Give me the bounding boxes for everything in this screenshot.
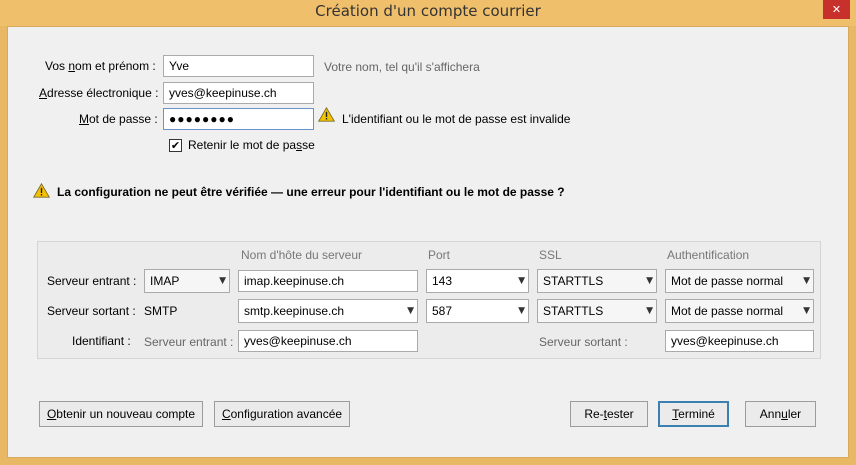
email-label: Adresse électronique : [39, 86, 159, 100]
name-label: Vos nom et prénom : [45, 59, 156, 73]
password-label: Mot de passe : [79, 112, 158, 126]
identifier-incoming-label: Serveur entrant : [144, 335, 234, 349]
outgoing-ssl-value: STARTTLS [543, 304, 604, 318]
chevron-down-icon: ▼ [803, 276, 810, 286]
server-settings-panel: Nom d'hôte du serveur Port SSL Authentif… [37, 241, 821, 359]
warning-icon [318, 107, 335, 122]
outgoing-protocol: SMTP [144, 304, 178, 318]
config-warning-message: La configuration ne peut être vérifiée —… [57, 185, 565, 199]
done-button[interactable]: Terminé [658, 401, 729, 427]
column-header-hostname: Nom d'hôte du serveur [241, 248, 363, 262]
chevron-down-icon: ▼ [803, 306, 810, 316]
incoming-protocol-select[interactable]: IMAP ▼ [144, 269, 230, 293]
chevron-down-icon: ▼ [219, 276, 226, 286]
outgoing-port-select[interactable]: 587 ▼ [426, 299, 529, 323]
column-header-auth: Authentification [667, 248, 750, 262]
warning-icon [33, 183, 50, 198]
incoming-auth-value: Mot de passe normal [671, 274, 784, 288]
chevron-down-icon: ▼ [646, 306, 653, 316]
dialog-body: Vos nom et prénom : Yve Votre nom, tel q… [7, 26, 849, 458]
identifier-label: Identifiant : [72, 334, 131, 348]
incoming-username-input[interactable]: yves@keepinuse.ch [238, 330, 418, 352]
get-new-account-button[interactable]: Obtenir un nouveau compte [39, 401, 203, 427]
email-input[interactable]: yves@keepinuse.ch [163, 82, 314, 104]
window-title: Création d'un compte courrier [315, 2, 541, 20]
remember-password-checkbox[interactable]: ✔ [169, 139, 182, 152]
advanced-config-button[interactable]: Configuration avancée [214, 401, 350, 427]
chevron-down-icon: ▼ [518, 306, 525, 316]
incoming-port-value: 143 [432, 274, 453, 288]
outgoing-port-value: 587 [432, 304, 453, 318]
column-header-ssl: SSL [539, 248, 562, 262]
title-bar: Création d'un compte courrier ✕ [0, 0, 856, 26]
outgoing-auth-select[interactable]: Mot de passe normal ▼ [665, 299, 814, 323]
remember-password-label: Retenir le mot de passe [188, 138, 315, 152]
name-input[interactable]: Yve [163, 55, 314, 77]
outgoing-auth-value: Mot de passe normal [671, 304, 784, 318]
outgoing-ssl-select[interactable]: STARTTLS ▼ [537, 299, 657, 323]
outgoing-username-input[interactable]: yves@keepinuse.ch [665, 330, 814, 352]
name-hint: Votre nom, tel qu'il s'affichera [324, 60, 480, 74]
column-header-port: Port [428, 248, 451, 262]
chevron-down-icon: ▼ [646, 276, 653, 286]
password-input[interactable]: ●●●●●●●● [163, 108, 314, 130]
outgoing-hostname-value: smtp.keepinuse.ch [244, 304, 345, 318]
incoming-port-select[interactable]: 143 ▼ [426, 269, 529, 293]
outgoing-hostname-combo[interactable]: smtp.keepinuse.ch ▼ [238, 299, 418, 323]
incoming-server-label: Serveur entrant : [47, 274, 137, 288]
incoming-ssl-value: STARTTLS [543, 274, 604, 288]
incoming-protocol-value: IMAP [150, 274, 180, 288]
password-error: L'identifiant ou le mot de passe est inv… [342, 112, 571, 126]
close-icon: ✕ [831, 3, 842, 16]
identifier-outgoing-label: Serveur sortant : [539, 335, 628, 349]
close-button[interactable]: ✕ [823, 0, 850, 19]
cancel-button[interactable]: Annuler [745, 401, 816, 427]
chevron-down-icon: ▼ [518, 276, 525, 286]
incoming-hostname-input[interactable]: imap.keepinuse.ch [238, 270, 418, 292]
retest-button[interactable]: Re-tester [570, 401, 648, 427]
chevron-down-icon: ▼ [407, 306, 414, 316]
outgoing-server-label: Serveur sortant : [47, 304, 136, 318]
incoming-ssl-select[interactable]: STARTTLS ▼ [537, 269, 657, 293]
incoming-auth-select[interactable]: Mot de passe normal ▼ [665, 269, 814, 293]
